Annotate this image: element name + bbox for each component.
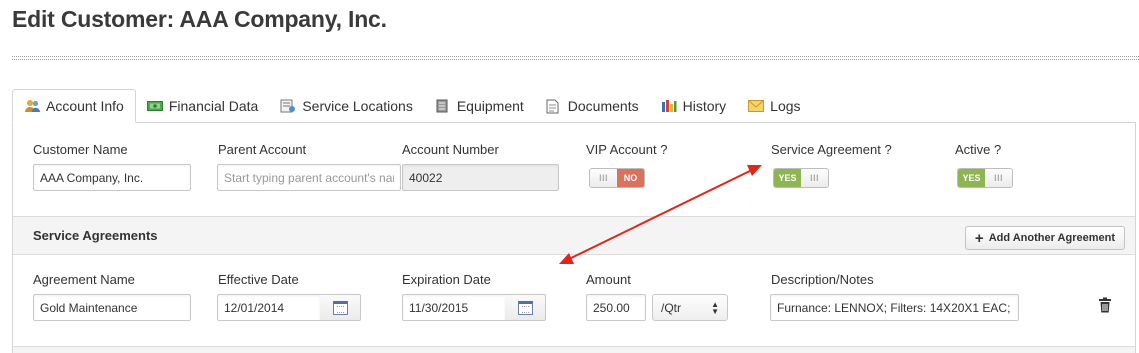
- plus-icon: +: [974, 229, 984, 247]
- tab-history[interactable]: History: [650, 89, 738, 123]
- customer-name-input[interactable]: [33, 164, 191, 191]
- account-info-panel: Customer Name Parent Account Account Num…: [12, 122, 1136, 353]
- active-toggle[interactable]: YES III: [957, 168, 1013, 188]
- agreement-name-input[interactable]: [33, 294, 191, 321]
- tab-label: Equipment: [456, 98, 524, 114]
- tab-account-info[interactable]: Account Info: [12, 89, 136, 123]
- tab-documents[interactable]: Documents: [535, 89, 650, 123]
- tab-label: History: [682, 98, 727, 114]
- vip-account-label: VIP Account ?: [586, 142, 668, 157]
- expiration-date-input[interactable]: [402, 294, 506, 321]
- amount-period-select[interactable]: /Qtr ▲ ▼: [652, 294, 728, 321]
- tab-equipment[interactable]: Equipment: [424, 89, 535, 123]
- agreement-name-label: Agreement Name: [33, 272, 135, 287]
- page-title: Edit Customer: AAA Company, Inc.: [12, 6, 387, 32]
- effective-date-input[interactable]: [217, 294, 321, 321]
- money-icon: [146, 99, 163, 113]
- envelope-icon: [748, 99, 765, 113]
- document-icon: [546, 99, 562, 114]
- tab-label: Service Locations: [302, 98, 413, 114]
- service-agreements-title: Service Agreements: [33, 228, 158, 243]
- toggle-grip: III: [590, 169, 617, 187]
- toggle-yes-state: YES: [774, 169, 801, 187]
- active-label: Active ?: [955, 142, 1002, 157]
- customer-name-label: Customer Name: [33, 142, 128, 157]
- expiration-date-picker-button[interactable]: [505, 294, 546, 321]
- dotted-divider: [12, 56, 1139, 60]
- account-number-label: Account Number: [402, 142, 499, 157]
- service-agreements-header: Service Agreements + Add Another Agreeme…: [13, 216, 1135, 255]
- period-value: /Qtr: [661, 300, 681, 315]
- tab-logs[interactable]: Logs: [737, 89, 811, 123]
- parent-account-label: Parent Account: [218, 142, 307, 157]
- history-chart-icon: [661, 99, 677, 113]
- agreements-footer: [13, 346, 1135, 353]
- calendar-icon: [332, 300, 348, 315]
- toggle-grip: III: [801, 169, 828, 187]
- tab-label: Documents: [567, 98, 639, 114]
- expiration-date-label: Expiration Date: [402, 272, 491, 287]
- effective-date-label: Effective Date: [218, 272, 299, 287]
- calendar-icon: [517, 300, 533, 315]
- tab-bar: Account Info Financial Data Service Loca…: [12, 89, 812, 123]
- trash-icon[interactable]: [1098, 297, 1112, 313]
- tab-service-locations[interactable]: Service Locations: [269, 89, 424, 123]
- description-notes-label: Description/Notes: [771, 272, 874, 287]
- tab-financial-data[interactable]: Financial Data: [136, 89, 270, 123]
- users-icon: [24, 99, 40, 113]
- effective-date-picker-button[interactable]: [320, 294, 361, 321]
- parent-account-input[interactable]: [217, 164, 401, 191]
- tab-label: Logs: [770, 98, 801, 114]
- toggle-yes-state: YES: [958, 169, 985, 187]
- tab-label: Financial Data: [168, 98, 259, 114]
- service-agreement-toggle[interactable]: YES III: [773, 168, 829, 188]
- select-arrows-icon: ▲ ▼: [711, 299, 719, 316]
- vip-account-toggle[interactable]: III NO: [589, 168, 645, 188]
- description-notes-input[interactable]: [770, 294, 1019, 321]
- locations-icon: [280, 99, 296, 113]
- amount-input[interactable]: [586, 294, 646, 321]
- toggle-no-state: NO: [617, 169, 644, 187]
- amount-label: Amount: [586, 272, 631, 287]
- toggle-grip: III: [985, 169, 1012, 187]
- add-agreement-button[interactable]: + Add Another Agreement: [964, 226, 1125, 250]
- tab-label: Account Info: [46, 98, 124, 114]
- service-agreement-label: Service Agreement ?: [771, 142, 892, 157]
- account-number-input: [402, 164, 559, 191]
- add-agreement-label: Add Another Agreement: [988, 232, 1115, 244]
- equipment-icon: [435, 99, 451, 113]
